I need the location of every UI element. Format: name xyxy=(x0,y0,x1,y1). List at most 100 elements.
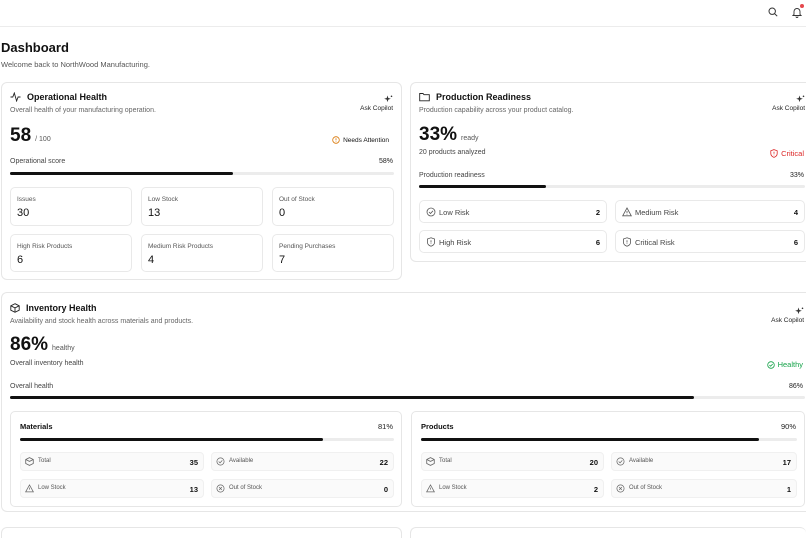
sparkle-icon xyxy=(771,307,804,316)
percent-suffix: ready xyxy=(461,135,479,142)
check-circle-icon xyxy=(216,457,225,466)
card-title-text: Production Readiness xyxy=(436,92,532,102)
mini-label: Available xyxy=(629,458,654,464)
percent-suffix: healthy xyxy=(52,345,75,352)
mini-value: 20 xyxy=(589,458,598,467)
stat-label: Out of Stock xyxy=(279,196,315,203)
activity-icon xyxy=(10,92,21,102)
products-card: Products 90% Total 20 Available 17 Low S… xyxy=(411,411,805,507)
stat-value: 0 xyxy=(279,207,286,219)
bar-label: Overall health xyxy=(10,383,54,390)
stat-value: 4 xyxy=(148,254,155,266)
production-readiness-card: Production Readiness Production capabili… xyxy=(410,82,806,262)
mini-value: 13 xyxy=(189,485,198,494)
status-text: Critical xyxy=(781,149,804,158)
status-badge: Needs Attention xyxy=(332,136,389,144)
materials-card: Materials 81% Total 35 Available 22 Low … xyxy=(10,411,402,507)
products-low-stock: Low Stock 2 xyxy=(421,479,604,498)
card-description: Availability and stock health across mat… xyxy=(10,318,194,325)
status-text: Needs Attention xyxy=(343,136,389,144)
box-icon xyxy=(426,457,435,466)
bar-label: Production readiness xyxy=(419,172,485,179)
mini-label: Out of Stock xyxy=(229,485,263,491)
products-analyzed: 20 products analyzed xyxy=(419,149,486,156)
stat-low-stock: Low Stock 13 xyxy=(141,187,263,226)
progress-fill xyxy=(10,396,694,399)
materials-title: Materials xyxy=(20,422,53,431)
bar-percent: 86% xyxy=(788,383,803,390)
ask-copilot-button[interactable]: Ask Copilot xyxy=(360,95,393,113)
production-progress-bar xyxy=(419,185,805,188)
stat-out-of-stock: Out of Stock 0 xyxy=(272,187,394,226)
mini-label: Available xyxy=(229,458,254,464)
inventory-progress-bar xyxy=(10,396,805,399)
progress-fill xyxy=(10,172,233,175)
products-progress-bar xyxy=(421,438,797,441)
risk-value: 6 xyxy=(793,238,798,247)
folder-icon xyxy=(419,92,430,102)
risk-value: 4 xyxy=(793,208,798,217)
risk-low: Low Risk 2 xyxy=(419,200,607,223)
risk-value: 2 xyxy=(595,208,600,217)
bell-icon[interactable] xyxy=(789,4,805,20)
progress-fill xyxy=(20,438,323,441)
card-description: Production capability across your produc… xyxy=(419,107,574,114)
operational-progress-bar xyxy=(10,172,394,175)
operational-health-title: Operational Health xyxy=(10,92,107,102)
inventory-health-title: Inventory Health xyxy=(10,303,97,313)
bar-percent: 33% xyxy=(789,172,804,179)
risk-value: 6 xyxy=(595,238,600,247)
operational-score: 58/ 100 xyxy=(10,125,51,147)
bar-label: Operational score xyxy=(10,158,66,165)
production-readiness-title: Production Readiness xyxy=(419,92,531,102)
status-text: Healthy xyxy=(777,360,803,369)
ask-copilot-label: Ask Copilot xyxy=(771,317,804,324)
search-icon[interactable] xyxy=(765,4,781,20)
operational-health-card: Operational Health Overall health of you… xyxy=(1,82,402,280)
risk-medium: Medium Risk 4 xyxy=(615,200,805,223)
box-icon xyxy=(25,457,34,466)
check-circle-icon xyxy=(766,360,775,369)
mini-label: Low Stock xyxy=(38,485,66,491)
mini-value: 0 xyxy=(383,485,388,494)
warning-triangle-icon xyxy=(25,484,34,493)
products-total: Total 20 xyxy=(421,452,604,471)
alert-circle-icon xyxy=(332,136,340,144)
stat-value: 7 xyxy=(279,254,286,266)
products-percent: 90% xyxy=(780,422,796,431)
ask-copilot-button[interactable]: Ask Copilot xyxy=(772,95,805,113)
progress-fill xyxy=(421,438,760,441)
ask-copilot-button[interactable]: Ask Copilot xyxy=(771,307,804,325)
materials-total: Total 35 xyxy=(20,452,204,471)
status-badge: Healthy xyxy=(766,360,803,369)
production-percent: 33% ready xyxy=(419,124,479,146)
next-card-left xyxy=(1,527,402,538)
stat-high-risk-products: High Risk Products 6 xyxy=(10,234,132,272)
warning-triangle-icon xyxy=(426,484,435,493)
materials-percent: 81% xyxy=(377,422,393,431)
mini-value: 35 xyxy=(189,458,198,467)
sparkle-icon xyxy=(360,95,393,104)
top-bar xyxy=(0,0,806,27)
stat-label: Pending Purchases xyxy=(279,243,336,250)
mini-value: 17 xyxy=(782,458,791,467)
progress-fill xyxy=(419,185,547,188)
stat-label: Issues xyxy=(17,196,36,203)
products-available: Available 17 xyxy=(611,452,797,471)
stat-label: High Risk Products xyxy=(17,243,73,250)
check-circle-icon xyxy=(426,207,436,217)
stat-value: 6 xyxy=(17,254,24,266)
risk-label: Critical Risk xyxy=(635,238,675,247)
mini-label: Low Stock xyxy=(439,485,467,491)
stat-issues: Issues 30 xyxy=(10,187,132,226)
card-title-text: Operational Health xyxy=(27,92,108,102)
x-circle-icon xyxy=(616,484,625,493)
warning-triangle-icon xyxy=(622,207,632,217)
stat-value: 30 xyxy=(17,207,30,219)
mini-value: 22 xyxy=(379,458,388,467)
shield-alert-icon xyxy=(622,237,632,247)
risk-label: High Risk xyxy=(439,238,472,247)
stat-value: 13 xyxy=(148,207,161,219)
ask-copilot-label: Ask Copilot xyxy=(360,105,393,112)
page-subtitle: Welcome back to NorthWood Manufacturing. xyxy=(1,60,150,69)
